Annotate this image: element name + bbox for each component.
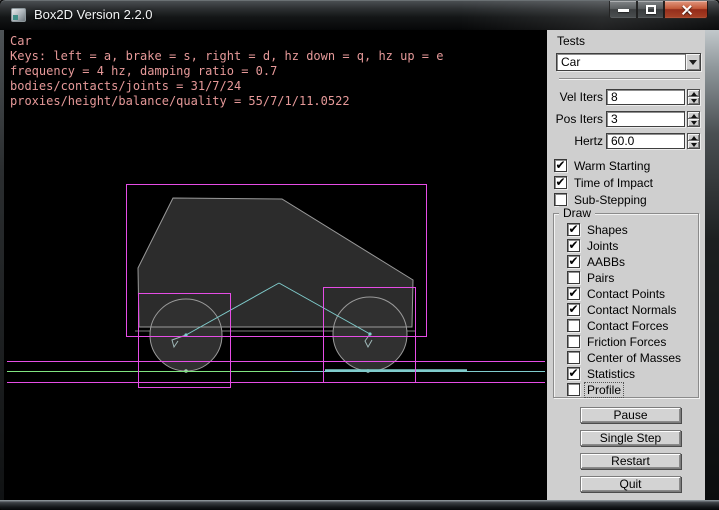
checkbox-icon[interactable] [554,176,567,189]
window-title: Box2D Version 2.2.0 [34,7,153,22]
separator [559,78,700,80]
stats-line-bodies: bodies/contacts/joints = 31/7/24 [10,79,241,94]
checkbox-label: Contact Points [587,287,665,301]
checkbox-label: Pairs [587,271,614,285]
vel-iters-spinner [687,89,700,105]
checkbox-icon[interactable] [567,271,580,284]
quit-button[interactable]: Quit [580,476,681,492]
chevron-down-icon [689,60,697,65]
checkbox-icon[interactable] [554,159,567,172]
checkbox-label: Contact Forces [587,319,668,333]
spinner-down-icon[interactable] [688,141,699,148]
checkbox-label: Shapes [587,223,628,237]
minimize-button[interactable] [609,1,637,19]
checkbox-icon[interactable] [567,303,580,316]
checkbox-label: Time of Impact [574,176,653,190]
close-button[interactable] [664,1,708,19]
app-icon [11,8,26,22]
spinner-up-icon[interactable] [688,90,699,97]
checkbox-label: Sub-Stepping [574,193,647,207]
box2d-window: Car Keys: left = a, brake = s, right = d… [0,0,719,510]
stats-line-proxies: proxies/height/balance/quality = 55/7/1/… [10,94,350,109]
window-controls [609,1,708,19]
checkbox-icon[interactable] [567,383,580,396]
spinner-down-icon[interactable] [688,97,699,104]
tests-dropdown[interactable]: Car [556,53,701,71]
hertz-spinner [687,133,700,149]
checkbox-icon[interactable] [567,287,580,300]
hertz-input[interactable] [606,133,685,149]
hertz-label: Hertz [547,134,603,148]
close-icon [681,4,692,15]
window-border-right [705,30,719,500]
checkbox-label: Contact Normals [587,303,676,317]
tests-label: Tests [557,34,585,48]
vel-iters-label: Vel Iters [547,90,603,104]
pos-iters-label: Pos Iters [547,112,603,126]
checkbox-icon[interactable] [554,193,567,206]
gl-canvas[interactable]: Car Keys: left = a, brake = s, right = d… [4,30,547,500]
maximize-icon [646,5,656,14]
vel-iters-input[interactable] [606,89,685,105]
checkbox-label: AABBs [587,255,625,269]
maximize-button[interactable] [637,1,664,19]
spinner-up-icon[interactable] [688,134,699,141]
vel-iters-row: Vel Iters [547,89,705,106]
control-panel: Tests Car Vel Iters Pos Iters He [547,30,705,500]
stats-line-keys: Keys: left = a, brake = s, right = d, hz… [10,49,443,64]
restart-button[interactable]: Restart [580,453,681,469]
checkbox-icon[interactable] [567,351,580,364]
pos-iters-input[interactable] [606,111,685,127]
pos-iters-row: Pos Iters [547,111,705,128]
single-step-button[interactable]: Single Step [580,430,681,446]
stats-line-frequency: frequency = 4 hz, damping ratio = 0.7 [10,64,277,79]
pause-button[interactable]: Pause [580,407,681,423]
stats-line-test-name: Car [10,34,32,49]
tests-dropdown-value: Car [561,55,580,69]
checkbox-icon[interactable] [567,239,580,252]
title-bar[interactable]: Box2D Version 2.2.0 [0,0,719,30]
checkbox-icon[interactable] [567,367,580,380]
hertz-row: Hertz [547,133,705,150]
checkbox-label: Warm Starting [574,159,650,173]
minimize-icon [618,9,629,12]
spinner-up-icon[interactable] [688,112,699,119]
draw-groupbox-legend: Draw [559,206,595,220]
pos-iters-spinner [687,111,700,127]
tests-dropdown-button[interactable] [685,54,700,70]
checkbox-label: Statistics [587,367,635,381]
checkbox-icon[interactable] [567,255,580,268]
window-border-left [0,30,4,500]
checkbox-label: Friction Forces [587,335,666,349]
window-border-bottom [0,500,719,510]
checkbox-label: Center of Masses [587,351,681,365]
checkbox-icon[interactable] [567,335,580,348]
checkbox-icon[interactable] [567,223,580,236]
joint-anchor-right [368,332,371,335]
checkbox-label: Joints [587,239,618,253]
checkbox-icon[interactable] [567,319,580,332]
spinner-down-icon[interactable] [688,119,699,126]
checkbox-label: Profile [585,383,623,397]
